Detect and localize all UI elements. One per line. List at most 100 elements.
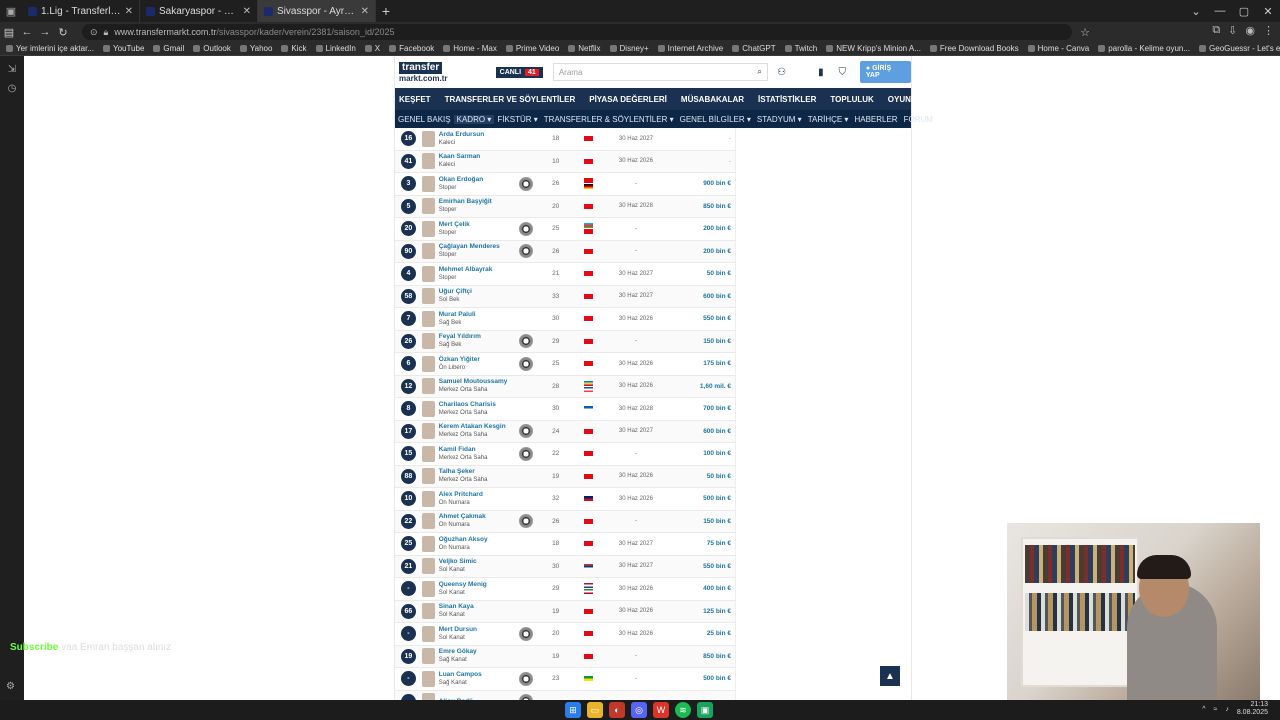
player-row[interactable]: 7 Murat Paluli Sağ Bek 30 30 Haz 2026 550 bin… — [395, 308, 735, 331]
player-photo[interactable] — [421, 468, 435, 485]
browser-icon[interactable]: ◐ — [609, 702, 625, 718]
player-name-link[interactable]: Özkan Yiğiter — [439, 355, 518, 364]
main-nav-item[interactable]: TRANSFERLER VE SÖYLENTİLER — [441, 95, 586, 104]
player-row[interactable]: - Luan Campos Sağ Kanat 23 - 500 bin € — [395, 668, 735, 691]
maximize-button[interactable]: ▢ — [1232, 0, 1256, 22]
player-name-link[interactable]: Kerem Atakan Kesgin — [439, 422, 518, 431]
sub-nav-item[interactable]: HABERLER — [851, 115, 900, 124]
main-nav-item[interactable]: PİYASA DEĞERLERİ — [585, 95, 677, 104]
tray-chevron-icon[interactable]: ^ — [1202, 706, 1205, 713]
back-button[interactable]: ← — [18, 26, 36, 38]
tab-search-icon[interactable]: ⌄ — [1184, 0, 1208, 22]
search-icon[interactable]: ⌕ — [757, 67, 761, 77]
browser-tab[interactable]: 1.Lig - Transferler 25/26 | Transfer ✕ — [22, 0, 140, 22]
player-name-link[interactable]: Uğur Çiftçi — [439, 287, 518, 296]
tab-actions-icon[interactable]: ▣ — [0, 0, 22, 22]
player-name-link[interactable]: Kamil Fidan — [439, 445, 518, 454]
url-bar[interactable]: ⊙ 🔒︎ www.transfermarkt.com.tr/sivasspor/… — [82, 24, 1072, 40]
player-name-link[interactable]: Kaan Sarman — [439, 152, 518, 161]
player-photo[interactable] — [421, 400, 435, 417]
player-row[interactable]: 10 Alex Pritchard On Numara 32 30 Haz 2026 50… — [395, 488, 735, 511]
player-photo[interactable] — [421, 378, 435, 395]
player-name-link[interactable]: Emre Gökay — [439, 647, 518, 656]
sub-nav-item[interactable]: GENEL BAKIŞ — [395, 115, 454, 124]
sub-nav-item[interactable]: FİKSTÜR ▾ — [494, 115, 540, 124]
player-row[interactable]: 20 Mert Çelik Stoper 25 - 200 bin € — [395, 218, 735, 241]
bookmark-item[interactable]: Yer imlerini içe aktar... — [6, 44, 94, 53]
sub-nav-item[interactable]: STADYUM ▾ — [754, 115, 805, 124]
market-value[interactable]: 600 bin € — [666, 428, 735, 435]
user-add-icon[interactable]: ⚇ — [774, 67, 789, 78]
player-row[interactable]: 15 Kamil Fidan Merkez Orta Saha 22 - 100 bin … — [395, 443, 735, 466]
player-row[interactable]: 88 Talha Şeker Merkez Orta Saha 19 30 Haz 20… — [395, 465, 735, 488]
player-photo[interactable] — [421, 265, 435, 282]
player-row[interactable]: 8 Charilaos Charisis Merkez Orta Saha 30 30 … — [395, 398, 735, 421]
sub-nav-item[interactable]: FORUM — [901, 115, 936, 124]
bookmark-item[interactable]: NEW Kripp's Minion A... — [826, 44, 921, 53]
player-name-link[interactable]: Arda Erdursun — [439, 130, 518, 139]
new-tab-button[interactable]: + — [376, 3, 396, 19]
player-row[interactable]: 17 Kerem Atakan Kesgin Merkez Orta Saha 24 3… — [395, 420, 735, 443]
tab-close-icon[interactable]: ✕ — [125, 6, 133, 17]
player-row[interactable]: 58 Uğur Çiftçi Sol Bek 33 30 Haz 2027 600 bin… — [395, 285, 735, 308]
sub-nav-item[interactable]: GENEL BİLGİLER ▾ — [677, 115, 754, 124]
player-photo[interactable] — [421, 355, 435, 372]
spotify-icon[interactable]: ≋ — [675, 702, 691, 718]
browser-tab[interactable]: Sivasspor - Ayrıntılı kadro 25/2 ✕ — [258, 0, 376, 22]
player-name-link[interactable]: Alex Pritchard — [439, 490, 518, 499]
player-row[interactable]: 4 Mehmet Albayrak Stoper 21 30 Haz 2027 50 bi… — [395, 263, 735, 286]
market-value[interactable]: 500 bin € — [666, 675, 735, 682]
player-photo[interactable] — [421, 625, 435, 642]
pin-icon[interactable]: ⇲ — [0, 64, 24, 75]
bookmark-item[interactable]: Home - Max — [443, 44, 497, 53]
former-club-icon[interactable] — [518, 334, 533, 349]
player-photo[interactable] — [421, 220, 435, 237]
former-club-icon[interactable] — [518, 244, 533, 259]
bookmark-item[interactable]: Home - Canva — [1027, 44, 1089, 53]
bookmark-item[interactable]: YouTube — [102, 44, 144, 53]
market-value[interactable]: 600 bin € — [666, 293, 735, 300]
reload-button[interactable]: ↻ — [54, 26, 72, 39]
bookmark-item[interactable]: ChatGPT — [732, 44, 776, 53]
bookmark-item[interactable]: Yahoo — [239, 44, 272, 53]
market-value[interactable]: 50 bin € — [666, 473, 735, 480]
player-row[interactable]: 21 Veljko Simic Sol Kanat 30 30 Haz 2027 550 … — [395, 555, 735, 578]
sidebar-toggle-icon[interactable]: ▤ — [0, 26, 18, 39]
market-value[interactable]: 550 bin € — [666, 315, 735, 322]
player-row[interactable]: - Queensy Menig Sol Kanat 29 30 Haz 2026 400 … — [395, 578, 735, 601]
tab-close-icon[interactable]: ✕ — [243, 6, 251, 17]
wifi-icon[interactable]: ≈ — [1214, 706, 1218, 713]
sub-nav-item[interactable]: TARİHÇE ▾ — [805, 115, 852, 124]
market-value[interactable]: 175 bin € — [666, 360, 735, 367]
player-row[interactable]: 12 Samuel Moutoussamy Merkez Orta Saha 28 30… — [395, 375, 735, 398]
main-nav-item[interactable]: KEŞFET — [395, 95, 441, 104]
app-green-icon[interactable]: ▣ — [697, 702, 713, 718]
player-name-link[interactable]: Queensy Menig — [439, 580, 518, 589]
player-photo[interactable] — [421, 648, 435, 665]
player-name-link[interactable]: Ahmet Çakmak — [439, 512, 518, 521]
player-name-link[interactable]: Okan Erdoğan — [439, 175, 518, 184]
market-value[interactable]: 400 bin € — [666, 585, 735, 592]
extensions-icon[interactable]: ⧉ — [1212, 24, 1220, 37]
market-value[interactable]: 200 bin € — [666, 225, 735, 232]
login-button[interactable]: ● GİRİŞ YAP — [859, 61, 911, 83]
forward-button[interactable]: → — [36, 26, 54, 38]
security-icon[interactable]: ⊙ — [90, 27, 98, 38]
player-name-link[interactable]: Oğuzhan Aksoy — [439, 535, 518, 544]
market-value[interactable]: 900 bin € — [666, 180, 735, 187]
player-row[interactable]: 6 Özkan Yiğiter Ön Libero 25 30 Haz 2026 175 … — [395, 353, 735, 376]
player-name-link[interactable]: Luan Campos — [439, 670, 518, 679]
former-club-icon[interactable] — [518, 446, 533, 461]
player-photo[interactable] — [421, 153, 435, 170]
player-photo[interactable] — [421, 310, 435, 327]
windows-start-icon[interactable]: ⊞ — [565, 702, 581, 718]
bookmark-item[interactable]: Disney+ — [609, 44, 649, 53]
player-row[interactable]: 90 Çağlayan Menderes Stoper 26 - 200 bin € — [395, 240, 735, 263]
player-name-link[interactable]: Mehmet Albayrak — [439, 265, 518, 274]
former-club-icon[interactable] — [518, 514, 533, 529]
player-row[interactable]: 26 Feyal Yıldırım Sağ Bek 29 - 150 bin € — [395, 330, 735, 353]
bookmark-item[interactable]: parolla - Kelime oyun... — [1098, 44, 1190, 53]
menu-icon[interactable]: ⋮ — [1263, 24, 1274, 37]
player-name-link[interactable]: Mert Çelik — [439, 220, 518, 229]
app-red-icon[interactable]: W — [653, 702, 669, 718]
